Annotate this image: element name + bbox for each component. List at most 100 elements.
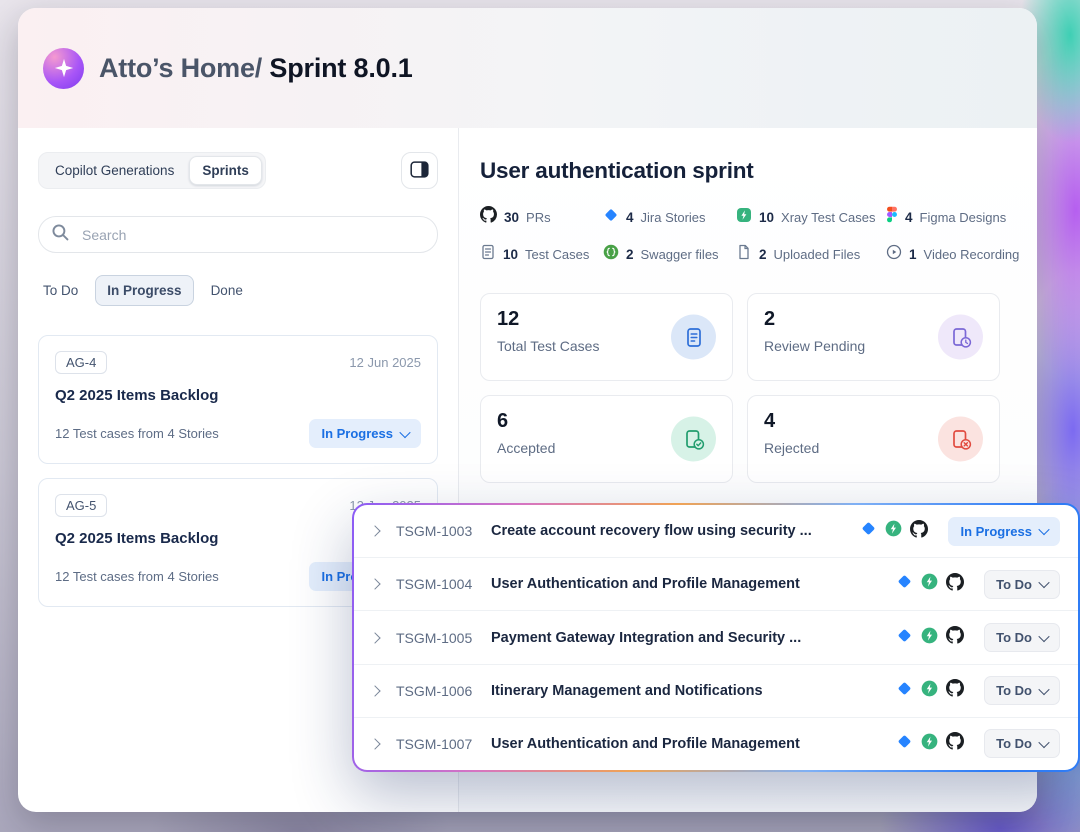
story-id: TSGM-1004 (396, 576, 491, 592)
video-recording-icon (886, 244, 902, 265)
story-status-dropdown[interactable]: In Progress (948, 517, 1060, 546)
github-icon (910, 520, 928, 543)
story-row[interactable]: TSGM-1007 User Authentication and Profil… (354, 717, 1078, 770)
story-status-dropdown[interactable]: To Do (984, 623, 1060, 652)
status-label: To Do (996, 577, 1032, 592)
stat-count: 10 (503, 247, 518, 262)
stat-jira-stories: 4 Jira Stories (603, 206, 736, 228)
tab-sprints[interactable]: Sprints (189, 156, 262, 185)
story-status-dropdown[interactable]: To Do (984, 570, 1060, 599)
stat-count: 1 (909, 247, 917, 262)
chevron-right-icon[interactable] (369, 525, 380, 536)
jira-icon (896, 733, 913, 755)
chevron-right-icon[interactable] (369, 579, 380, 590)
story-title: User Authentication and Profile Manageme… (491, 736, 896, 752)
search-input[interactable] (80, 226, 425, 244)
story-status-dropdown[interactable]: To Do (984, 729, 1060, 758)
stat-label: Test Cases (525, 247, 589, 262)
card-date: 12 Jun 2025 (349, 355, 421, 370)
stat-count: 4 (905, 210, 913, 225)
card-tag: AG-5 (55, 494, 107, 517)
story-source-icons (896, 573, 964, 596)
summary-review-pending: 2 Review Pending (747, 293, 1000, 381)
chevron-right-icon[interactable] (369, 738, 380, 749)
panel-layout-icon (410, 161, 429, 181)
story-id: TSGM-1005 (396, 630, 491, 646)
chevron-down-icon (1038, 737, 1049, 748)
app-title-text: Atto’s Home/ (99, 53, 262, 83)
document-lines-icon (671, 315, 716, 360)
sprint-card-ag4[interactable]: AG-4 12 Jun 2025 Q2 2025 Items Backlog 1… (38, 335, 438, 464)
chevron-down-icon (1038, 630, 1049, 641)
uploaded-files-icon (736, 244, 752, 265)
jira-icon (860, 520, 877, 542)
github-icon (946, 679, 964, 702)
figma-icon (886, 206, 898, 228)
stat-label: Uploaded Files (774, 247, 861, 262)
story-row[interactable]: TSGM-1004 User Authentication and Profil… (354, 557, 1078, 610)
story-id: TSGM-1007 (396, 736, 491, 752)
summary-total-test-cases: 12 Total Test Cases (480, 293, 733, 381)
status-filters: To Do In Progress Done (38, 275, 438, 306)
github-icon (480, 206, 497, 228)
story-id: TSGM-1006 (396, 683, 491, 699)
stat-count: 2 (759, 247, 767, 262)
filter-todo[interactable]: To Do (38, 275, 83, 306)
status-label: To Do (996, 630, 1032, 645)
status-label: In Progress (321, 426, 393, 441)
stat-video-recording: 1 Video Recording (886, 244, 1020, 265)
stat-label: Swagger files (641, 247, 719, 262)
status-label: To Do (996, 736, 1032, 751)
status-label: In Progress (960, 524, 1032, 539)
stat-label: Figma Designs (920, 210, 1007, 225)
card-subtitle: 12 Test cases from 4 Stories (55, 426, 219, 441)
tab-copilot-generations[interactable]: Copilot Generations (42, 156, 187, 185)
filter-done[interactable]: Done (206, 275, 248, 306)
search-icon (51, 223, 70, 247)
card-subtitle: 12 Test cases from 4 Stories (55, 569, 219, 584)
story-title: Payment Gateway Integration and Security… (491, 630, 896, 646)
chevron-right-icon[interactable] (369, 685, 380, 696)
xray-icon (921, 733, 938, 755)
swagger-icon (603, 244, 619, 265)
document-check-icon (671, 417, 716, 462)
summary-rejected: 4 Rejected (747, 395, 1000, 483)
page-title: Atto’s Home/ Sprint 8.0.1 (99, 53, 413, 84)
jira-icon (896, 627, 913, 649)
stat-test-cases: 10 Test Cases (480, 244, 603, 265)
stat-xray-test-cases: 10 Xray Test Cases (736, 206, 886, 228)
sprint-title-text: Sprint 8.0.1 (269, 53, 412, 83)
chevron-right-icon[interactable] (369, 632, 380, 643)
story-status-dropdown[interactable]: To Do (984, 676, 1060, 705)
story-title: Create account recovery flow using secur… (491, 523, 860, 539)
github-icon (946, 732, 964, 755)
github-icon (946, 573, 964, 596)
test-cases-icon (480, 244, 496, 265)
stat-label: Jira Stories (641, 210, 706, 225)
sprint-heading: User authentication sprint (480, 158, 1037, 184)
filter-in-progress[interactable]: In Progress (95, 275, 193, 306)
status-label: To Do (996, 683, 1032, 698)
stat-label: PRs (526, 210, 551, 225)
chevron-down-icon (399, 426, 410, 437)
story-id: TSGM-1003 (396, 523, 491, 539)
collapse-panel-button[interactable] (401, 152, 438, 189)
summary-cards: 12 Total Test Cases 2 Review Pending 6 A… (480, 293, 1037, 483)
stat-count: 4 (626, 210, 634, 225)
stat-uploaded-files: 2 Uploaded Files (736, 244, 886, 265)
xray-icon (736, 207, 752, 228)
atto-logo-icon (43, 48, 84, 89)
chevron-down-icon (1038, 577, 1049, 588)
xray-icon (885, 520, 902, 542)
stat-label: Xray Test Cases (781, 210, 875, 225)
stat-count: 2 (626, 247, 634, 262)
stat-figma-designs: 4 Figma Designs (886, 206, 1020, 228)
xray-icon (921, 680, 938, 702)
card-tag: AG-4 (55, 351, 107, 374)
story-source-icons (896, 626, 964, 649)
story-row[interactable]: TSGM-1005 Payment Gateway Integration an… (354, 610, 1078, 663)
stories-popup: TSGM-1003 Create account recovery flow u… (352, 503, 1080, 772)
story-row[interactable]: TSGM-1003 Create account recovery flow u… (354, 505, 1078, 557)
story-row[interactable]: TSGM-1006 Itinerary Management and Notif… (354, 664, 1078, 717)
card-status-dropdown[interactable]: In Progress (309, 419, 421, 448)
